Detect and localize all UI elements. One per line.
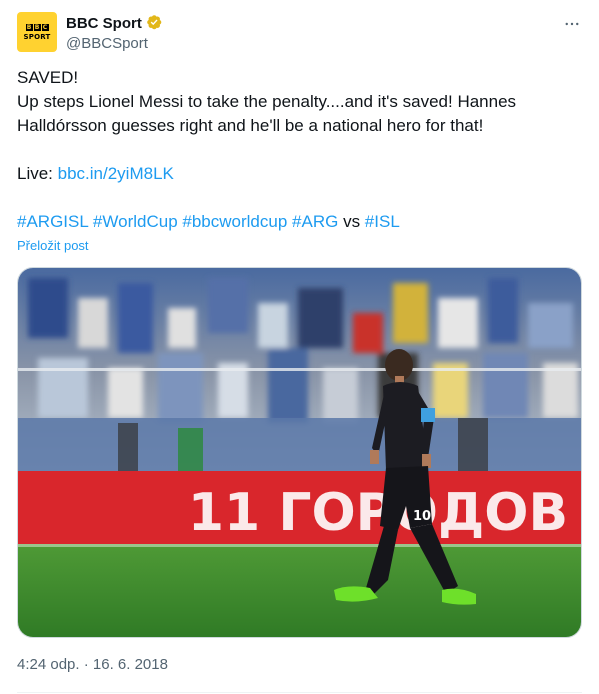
vs-text: vs bbox=[343, 212, 361, 231]
live-label: Live: bbox=[17, 164, 58, 183]
hashtag-isl[interactable]: #ISL bbox=[365, 212, 400, 231]
tweet-live-line: Live: bbc.in/2yiM8LK bbox=[17, 162, 577, 186]
gold-check-badge-icon[interactable] bbox=[146, 14, 164, 32]
bbc-logo-b1: B bbox=[25, 23, 33, 31]
tweet-hashtags: #ARGISL #WorldCup #bbcworldcup #ARG vs #… bbox=[17, 210, 577, 234]
tweet-timestamp[interactable]: 4:24 odp. · 16. 6. 2018 bbox=[17, 656, 168, 673]
hashtag-argisl[interactable]: #ARGISL bbox=[17, 212, 88, 231]
live-link[interactable]: bbc.in/2yiM8LK bbox=[58, 164, 174, 183]
tweet-card[interactable]: B B C SPORT BBC Sport @BBCSport SAVED! U… bbox=[0, 0, 599, 694]
account-handle[interactable]: @BBCSport bbox=[66, 35, 164, 52]
display-name[interactable]: BBC Sport bbox=[66, 15, 142, 32]
bbc-logo-c: C bbox=[41, 23, 49, 31]
hashtag-worldcup[interactable]: #WorldCup bbox=[93, 212, 178, 231]
banner-text: 11 ГОРОДОВ bbox=[188, 483, 568, 543]
bbc-logo-b2: B bbox=[33, 23, 41, 31]
bbc-logo: B B C bbox=[25, 23, 49, 31]
tweet-text: SAVED! Up steps Lionel Messi to take the… bbox=[17, 66, 577, 234]
hashtag-bbcworldcup[interactable]: #bbcworldcup bbox=[182, 212, 287, 231]
translate-post-link[interactable]: Přeložit post bbox=[17, 238, 89, 253]
tweet-line-body: Up steps Lionel Messi to take the penalt… bbox=[17, 92, 517, 135]
account-names: BBC Sport @BBCSport bbox=[66, 13, 164, 52]
pitch bbox=[18, 544, 581, 637]
hashtag-arg[interactable]: #ARG bbox=[292, 212, 338, 231]
tweet-photo[interactable]: 11 ГОРОДОВ 10 bbox=[17, 267, 582, 638]
tweet-line-saved: SAVED! bbox=[17, 68, 79, 87]
tweet-header: B B C SPORT BBC Sport @BBCSport bbox=[17, 12, 582, 56]
photo-messi-penalty: 11 ГОРОДОВ 10 bbox=[18, 268, 581, 637]
avatar[interactable]: B B C SPORT bbox=[17, 12, 57, 52]
display-name-row: BBC Sport bbox=[66, 13, 164, 33]
avatar-sport-text: SPORT bbox=[23, 32, 51, 41]
divider bbox=[17, 692, 582, 693]
jersey-number: 10 bbox=[413, 509, 431, 524]
more-horizontal-icon[interactable] bbox=[562, 14, 582, 34]
